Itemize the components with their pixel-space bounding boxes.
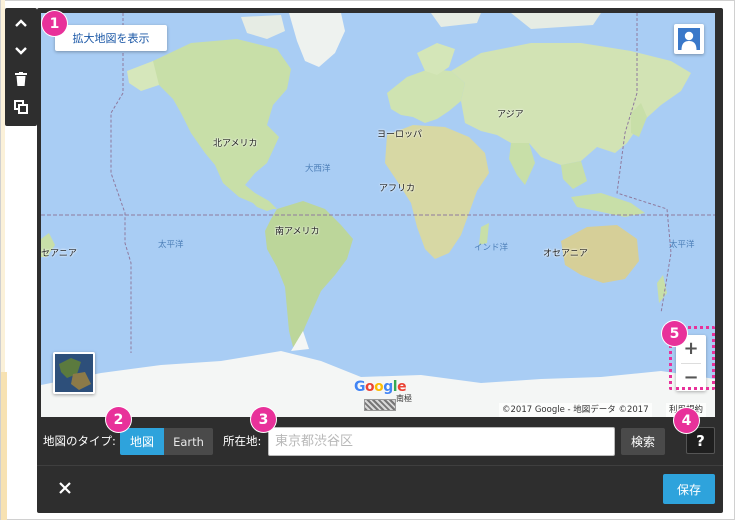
- location-input[interactable]: [268, 427, 615, 456]
- satellite-view-toggle[interactable]: [53, 352, 95, 394]
- google-logo-letter: o: [365, 379, 375, 395]
- map-type-label: 地図のタイプ:: [43, 434, 116, 448]
- callout-3: 3: [251, 407, 276, 432]
- delete-button[interactable]: [5, 66, 37, 92]
- google-logo-letter: g: [383, 379, 393, 395]
- map-attribution: ©2017 Google - 地図データ ©2017: [499, 403, 652, 417]
- map-label-pacific-left: 太平洋: [158, 240, 184, 250]
- block-toolbar: [5, 8, 37, 126]
- map-label-pacific-right: 太平洋: [669, 240, 695, 250]
- map-label-africa: アフリカ: [379, 184, 416, 194]
- map-label-oceania: オセアニア: [543, 249, 588, 259]
- map-label-north-america: 北アメリカ: [213, 139, 258, 149]
- map-view[interactable]: 北アメリカ 南アメリカ ヨーロッパ アフリカ アジア オセアニア セアニア 大西…: [41, 13, 715, 417]
- location-label: 所在地:: [223, 434, 262, 448]
- world-map-graphic: [41, 13, 715, 417]
- map-label-europe: ヨーロッパ: [377, 130, 423, 140]
- chevron-down-icon: [15, 47, 27, 55]
- map-type-option-earth[interactable]: Earth: [164, 428, 213, 455]
- move-down-button[interactable]: [5, 38, 37, 64]
- trash-icon: [15, 72, 27, 86]
- street-view-button[interactable]: [674, 24, 704, 54]
- page-left-strip-accent: [1, 372, 7, 520]
- satellite-thumbnail-icon: [55, 354, 93, 392]
- google-logo-letter: G: [354, 379, 366, 395]
- map-type-option-map[interactable]: 地図: [120, 428, 164, 455]
- map-label-oceania-left: セアニア: [41, 249, 77, 259]
- footer-divider: [37, 465, 723, 466]
- callout-4: 4: [674, 408, 699, 433]
- map-label-south-america: 南アメリカ: [275, 227, 320, 237]
- callout-5: 5: [662, 321, 687, 346]
- close-button[interactable]: [52, 475, 78, 501]
- duplicate-icon: [14, 100, 28, 114]
- map-label-indian-ocean: インド洋: [474, 243, 509, 253]
- map-label-asia: アジア: [497, 110, 524, 120]
- callout-1: 1: [42, 11, 67, 36]
- duplicate-button[interactable]: [5, 94, 37, 120]
- antarctica-label: 南極: [396, 394, 412, 403]
- close-icon: [59, 482, 71, 494]
- google-logo-letter: o: [374, 379, 384, 395]
- map-label-atlantic: 大西洋: [305, 164, 331, 174]
- show-larger-map-button[interactable]: 拡大地図を表示: [55, 25, 167, 51]
- scale-bar: [364, 399, 396, 411]
- chevron-up-icon: [15, 19, 27, 27]
- search-button[interactable]: 検索: [621, 428, 665, 455]
- pegman-icon: [678, 28, 700, 50]
- move-up-button[interactable]: [5, 10, 37, 36]
- save-button[interactable]: 保存: [663, 474, 715, 504]
- callout-2: 2: [106, 407, 131, 432]
